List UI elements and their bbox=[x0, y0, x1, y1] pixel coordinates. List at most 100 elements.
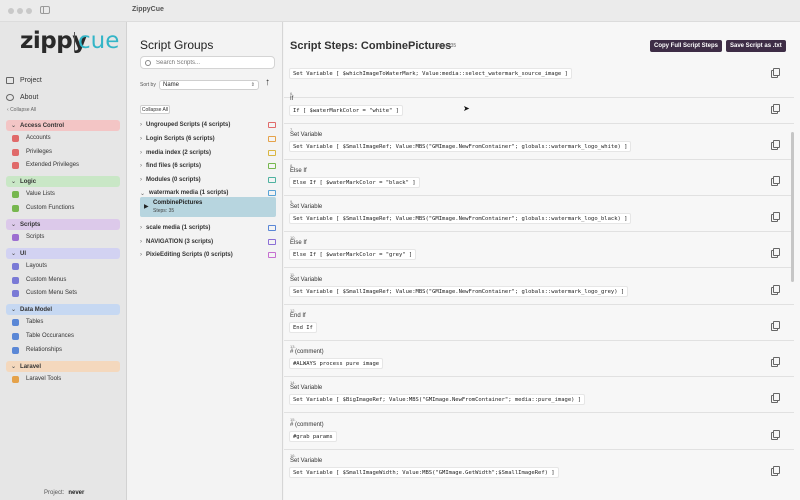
close-window-button[interactable] bbox=[8, 8, 14, 14]
step-code[interactable]: If [ $waterMarkColor = "white" ] bbox=[289, 105, 403, 116]
sidebar-group-laravel[interactable]: ⌄ Laravel bbox=[6, 361, 120, 372]
minimize-window-button[interactable] bbox=[17, 8, 23, 14]
step-code[interactable]: Set Variable [ $BigImageRef; Value:MBS("… bbox=[289, 394, 586, 405]
accounts-icon bbox=[12, 134, 19, 142]
copy-icon[interactable] bbox=[771, 466, 780, 476]
script-step: 16. Set Variable Set Variable [ $SmallIm… bbox=[284, 450, 794, 486]
folder-icon bbox=[268, 239, 276, 245]
step-code[interactable]: Set Variable [ $whichImageToWaterMark; V… bbox=[289, 68, 572, 79]
script-group-pixieediting[interactable]: › PixieEditing Scripts (0 scripts) bbox=[140, 249, 276, 261]
table-occurances-icon bbox=[12, 332, 19, 340]
save-script-txt-button[interactable]: Save Script as .txt bbox=[726, 40, 786, 52]
copy-icon[interactable] bbox=[771, 68, 780, 78]
sidebar-item-custom-menus[interactable]: Custom Menus bbox=[12, 275, 66, 285]
step-code[interactable]: Set Variable [ $SmallImageRef; Value:MBS… bbox=[289, 286, 629, 297]
script-group-navigation[interactable]: › NAVIGATION (3 scripts) bbox=[140, 236, 276, 248]
sidebar-item-label: Project bbox=[20, 76, 42, 84]
chevron-down-icon: ⌄ bbox=[140, 190, 146, 197]
chevron-right-icon: › bbox=[140, 163, 142, 169]
sidebar-item-extended-privileges[interactable]: Extended Privileges bbox=[12, 160, 79, 170]
copy-icon[interactable] bbox=[771, 285, 780, 295]
script-steps-title: Script Steps: CombinePictures bbox=[290, 40, 452, 52]
title-bar: ZippyCue bbox=[0, 0, 800, 22]
copy-icon[interactable] bbox=[771, 321, 780, 331]
mouse-cursor-icon: ➤ bbox=[463, 104, 470, 113]
sidebar-item-privileges[interactable]: Privileges bbox=[12, 147, 52, 157]
custom-menus-icon bbox=[12, 276, 19, 284]
copy-icon[interactable] bbox=[771, 140, 780, 150]
sidebar-group-logic[interactable]: ⌄ Logic bbox=[6, 176, 120, 187]
copy-icon[interactable] bbox=[771, 104, 780, 114]
script-group-ungrouped[interactable]: › Ungrouped Scripts (4 scripts) bbox=[140, 119, 276, 131]
copy-icon[interactable] bbox=[771, 430, 780, 440]
zoom-window-button[interactable] bbox=[26, 8, 32, 14]
sidebar-collapse-all[interactable]: ‹ Collapse All bbox=[7, 107, 36, 113]
script-step: 14. Set Variable Set Variable [ $BigImag… bbox=[284, 377, 794, 413]
script-steps-panel: Script Steps: CombinePictures Steps: 35 … bbox=[284, 22, 800, 500]
script-groups-title: Script Groups bbox=[140, 38, 214, 52]
sidebar-item-value-lists[interactable]: Value Lists bbox=[12, 189, 55, 199]
sidebar-item-tables[interactable]: Tables bbox=[12, 317, 43, 327]
script-step: 15. # (comment) #grab params bbox=[284, 414, 794, 450]
chevron-right-icon: › bbox=[140, 150, 142, 156]
sidebar-item-custom-functions[interactable]: Custom Functions bbox=[12, 203, 74, 213]
sidebar-toggle-icon[interactable] bbox=[40, 6, 50, 14]
sidebar-group-ui[interactable]: ⌄ UI bbox=[6, 248, 120, 259]
chevron-down-icon: ⌄ bbox=[11, 251, 17, 257]
sidebar-group-access-control[interactable]: ⌄ Access Control bbox=[6, 120, 120, 131]
search-input[interactable] bbox=[156, 59, 266, 66]
script-group-scale-media[interactable]: › scale media (1 scripts) bbox=[140, 222, 276, 234]
script-step: 13. # (comment) #ALWAYS process pure ima… bbox=[284, 341, 794, 377]
app-title: ZippyCue bbox=[132, 6, 164, 13]
step-code[interactable]: Else If [ $waterMarkColor = "black" ] bbox=[289, 177, 420, 188]
search-box[interactable] bbox=[140, 56, 275, 69]
sort-select[interactable]: Name ⇕ bbox=[159, 80, 259, 90]
copy-full-script-steps-button[interactable]: Copy Full Script Steps bbox=[650, 40, 723, 52]
layouts-icon bbox=[12, 262, 19, 270]
chevron-right-icon: › bbox=[140, 177, 142, 183]
copy-icon[interactable] bbox=[771, 176, 780, 186]
sidebar-item-scripts[interactable]: Scripts bbox=[12, 232, 44, 242]
copy-icon[interactable] bbox=[771, 357, 780, 367]
step-code[interactable]: Set Variable [ $SmallImageRef; Value:MBS… bbox=[289, 141, 632, 152]
step-code[interactable]: Set Variable [ $SmallImageRef; Value:MBS… bbox=[289, 213, 632, 224]
chevron-down-icon: ⌄ bbox=[11, 222, 17, 228]
script-group-media-index[interactable]: › media index (2 scripts) bbox=[140, 147, 276, 159]
sidebar-group-scripts[interactable]: ⌄ Scripts bbox=[6, 219, 120, 230]
folder-icon bbox=[268, 150, 276, 156]
sidebar-item-relationships[interactable]: Relationships bbox=[12, 345, 62, 355]
script-step: 12. End If End If bbox=[284, 305, 794, 341]
sidebar-item-accounts[interactable]: Accounts bbox=[12, 133, 51, 143]
project-name: never bbox=[68, 490, 85, 496]
folder-icon bbox=[268, 122, 276, 128]
step-code[interactable]: End If bbox=[289, 322, 317, 333]
collapse-all-button[interactable]: Collapse All bbox=[140, 105, 170, 114]
copy-icon[interactable] bbox=[771, 393, 780, 403]
step-code[interactable]: Else If [ $waterMarkColor = "grey" ] bbox=[289, 249, 417, 260]
sidebar: zippy cue Project About ‹ Collapse All ⌄… bbox=[0, 22, 127, 500]
script-group-find-files[interactable]: › find files (6 scripts) bbox=[140, 160, 276, 172]
sort-direction-button[interactable]: ↑ bbox=[265, 77, 270, 88]
sidebar-group-data-model[interactable]: ⌄ Data Model bbox=[6, 304, 120, 315]
sidebar-item-about[interactable]: About bbox=[6, 91, 121, 103]
scripts-icon bbox=[12, 233, 19, 241]
custom-menu-sets-icon bbox=[12, 289, 19, 297]
play-icon: ▶ bbox=[144, 204, 149, 210]
script-step-list: Set Variable [ $whichImageToWaterMark; V… bbox=[284, 62, 794, 500]
script-group-modules[interactable]: › Modules (0 scripts) bbox=[140, 174, 276, 186]
sidebar-item-project[interactable]: Project bbox=[6, 74, 121, 86]
script-group-login[interactable]: › Login Scripts (6 scripts) bbox=[140, 133, 276, 145]
steps-scrollbar[interactable] bbox=[791, 132, 794, 282]
step-code[interactable]: #ALWAYS process pure image bbox=[289, 358, 384, 369]
sidebar-item-custom-menu-sets[interactable]: Custom Menu Sets bbox=[12, 288, 77, 298]
copy-icon[interactable] bbox=[771, 248, 780, 258]
sidebar-item-layouts[interactable]: Layouts bbox=[12, 261, 47, 271]
step-code[interactable]: Set Variable [ $SmallImageWidth; Value:M… bbox=[289, 467, 559, 478]
selected-script-item[interactable]: ▶ CombinePictures Steps: 35 bbox=[140, 197, 276, 217]
sidebar-item-table-occurances[interactable]: Table Occurances bbox=[12, 331, 74, 341]
copy-icon[interactable] bbox=[771, 212, 780, 222]
search-icon bbox=[145, 59, 151, 66]
step-code[interactable]: #grab params bbox=[289, 431, 337, 442]
sidebar-item-laravel-tools[interactable]: Laravel Tools bbox=[12, 374, 61, 384]
project-footer: Project: never bbox=[44, 490, 85, 496]
